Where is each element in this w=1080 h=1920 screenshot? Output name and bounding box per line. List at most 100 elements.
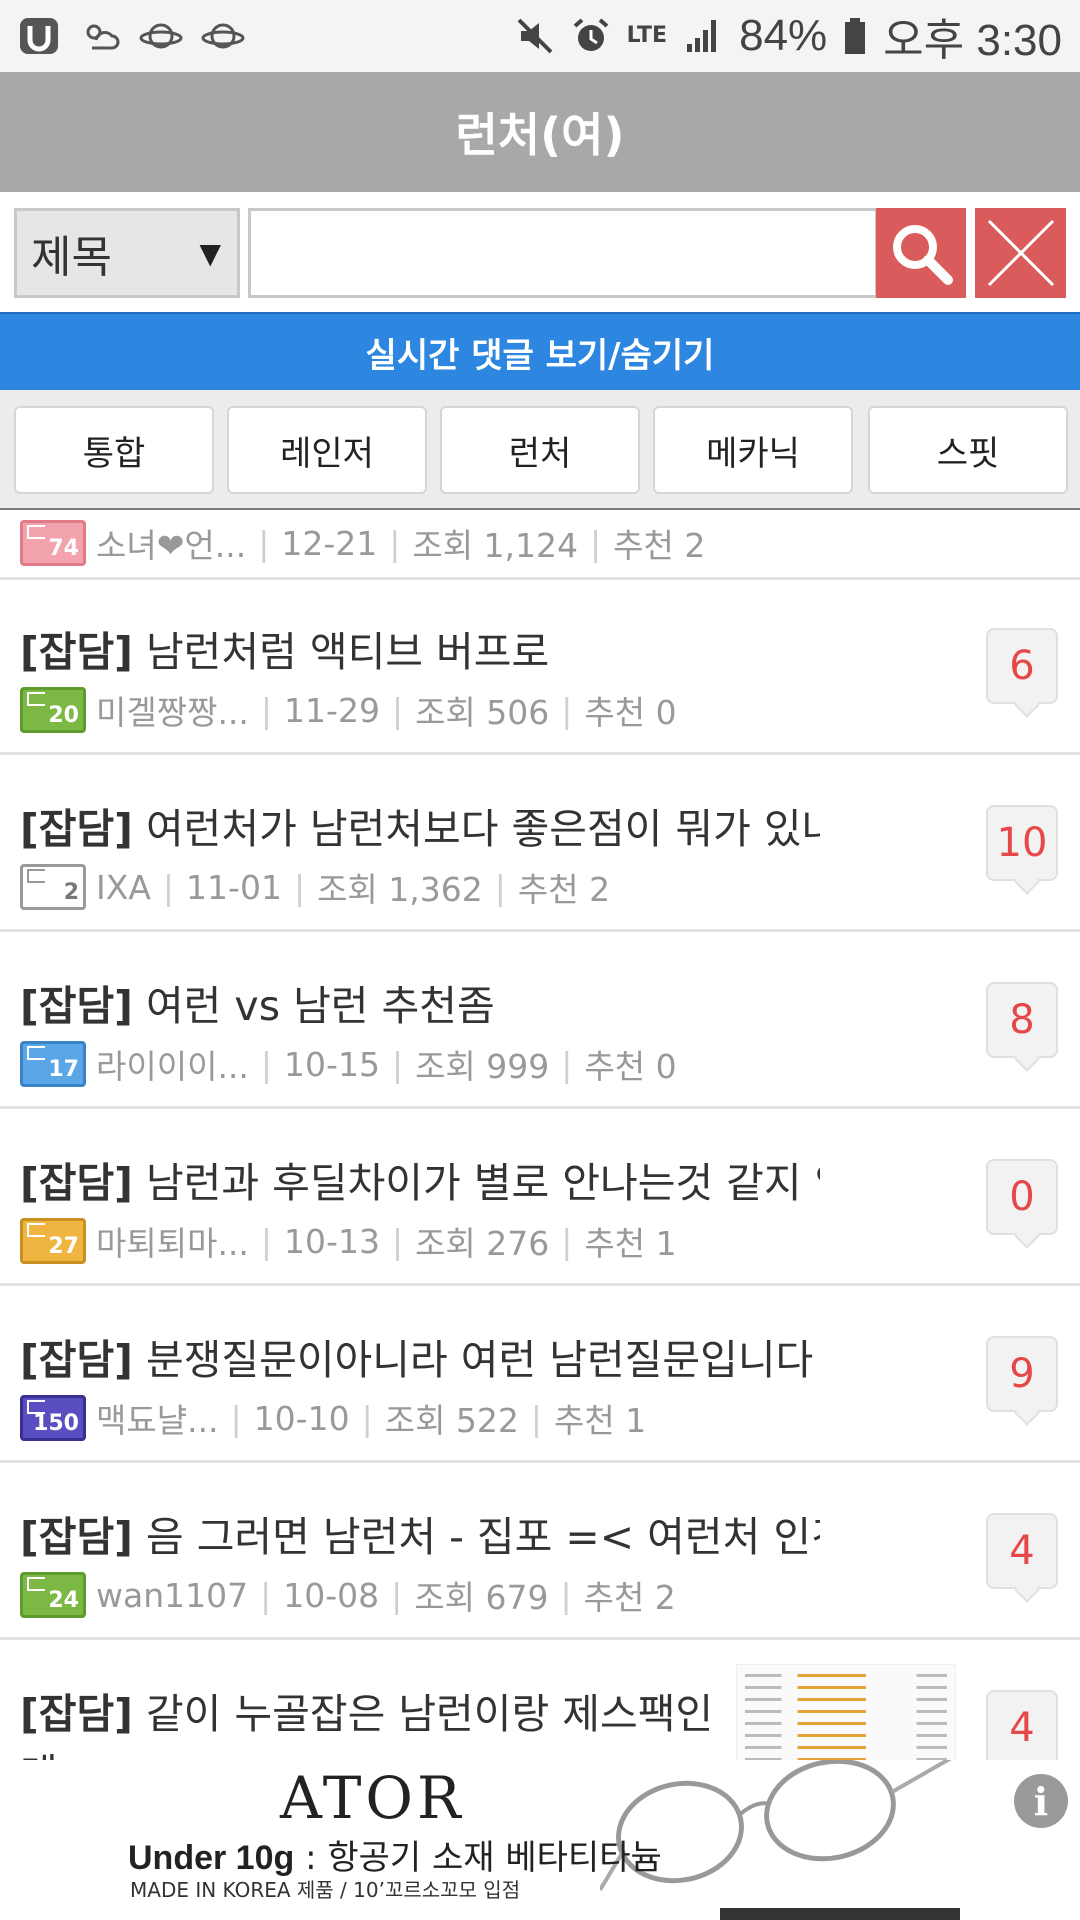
weather-icon: [78, 14, 122, 58]
search-field-select[interactable]: 제목 ▼: [14, 208, 240, 298]
list-item[interactable]: [잡담] 음 그러면 남런처 - 집포 =< 여런처 인건... 24 wan1…: [0, 1463, 1080, 1640]
post-author: 마퇴퇴마...: [96, 1224, 249, 1263]
ad-tagline: Under 10g : 항공기 소재 베타티타늄: [128, 1838, 662, 1878]
mute-icon: [515, 16, 555, 56]
comment-count-badge[interactable]: 10: [986, 805, 1058, 881]
post-list: 74 소녀❤언... | 12-21 | 조회 1,124 | 추천 2 [잡담] 남…: [0, 512, 1080, 1760]
comment-count-badge[interactable]: 9: [986, 1336, 1058, 1412]
post-likes: 추천 2: [517, 870, 611, 909]
post-date: 10-13: [284, 1221, 380, 1261]
list-item[interactable]: [잡담] 분쟁질문이아니라 여런 남런질문입니다 150 맥됴냘... | 10-…: [0, 1286, 1080, 1463]
ad-subline: MADE IN KOREA 제품 / 10’꼬르소꼬모 입점: [130, 1878, 521, 1902]
post-views: 조회 999: [415, 1047, 550, 1086]
tab-ranger[interactable]: 레인저: [227, 406, 427, 494]
level-badge: 74: [20, 520, 86, 566]
post-views: 조회 1,124: [412, 526, 579, 565]
comment-count-badge[interactable]: 8: [986, 982, 1058, 1058]
post-category: [잡담]: [20, 628, 133, 676]
realtime-comments-toggle[interactable]: 실시간 댓글 보기/숨기기: [0, 312, 1080, 390]
search-bar: 제목 ▼: [0, 192, 1080, 312]
post-author: 미겔짱짱...: [96, 693, 249, 732]
post-likes: 추천 2: [583, 1578, 676, 1617]
post-date: 10-08: [283, 1575, 380, 1615]
app-notification-icon: [18, 14, 62, 58]
alarm-icon: [571, 16, 611, 56]
list-item[interactable]: [잡담] 여런처가 남런처보다 좋은점이 뭐가 있나... 2 IXA | 11-…: [0, 755, 1080, 932]
post-title: [잡담] 음 그러면 남런처 - 집포 =< 여런처 인건...: [20, 1513, 820, 1561]
list-item[interactable]: [잡담] 남런처럼 액티브 버프로 20 미겔짱짱... | 11-29 | 조회 …: [0, 578, 1080, 755]
clock: 오후 3:30: [883, 16, 1062, 65]
comment-count-badge[interactable]: 4: [986, 1513, 1058, 1589]
level-badge: 20: [20, 687, 86, 733]
post-likes: 추천 2: [613, 526, 706, 565]
post-author: IXA: [96, 867, 151, 907]
post-category: [잡담]: [20, 805, 133, 853]
list-item[interactable]: 74 소녀❤언... | 12-21 | 조회 1,124 | 추천 2: [0, 512, 1080, 580]
post-meta: 2 IXA | 11-01 | 조회 1,362 | 추천 2: [20, 862, 610, 912]
post-likes: 추천 1: [584, 1224, 677, 1263]
level-badge: 24: [20, 1572, 86, 1618]
list-item[interactable]: [잡담] 같이 누골잡은 남런이랑 제스팩인 데 4: [0, 1640, 1080, 1760]
list-item[interactable]: [잡담] 여런 vs 남런 추천좀 17 라이이이... | 10-15 | 조회 …: [0, 932, 1080, 1109]
comment-count-badge[interactable]: 6: [986, 628, 1058, 704]
signal-icon: [683, 16, 723, 56]
post-views: 조회 1,362: [317, 870, 483, 909]
comment-count-badge[interactable]: 0: [986, 1159, 1058, 1235]
tab-launcher[interactable]: 런처: [440, 406, 640, 494]
post-likes: 추천 0: [584, 693, 677, 732]
tab-all[interactable]: 통합: [14, 406, 214, 494]
clear-search-button[interactable]: [975, 208, 1066, 298]
battery-percent: 84%: [739, 11, 828, 60]
page-title: 런처(여): [455, 108, 625, 162]
post-category: [잡담]: [20, 1159, 133, 1207]
list-item[interactable]: [잡담] 남런과 후딜차이가 별로 안나는것 같지 않... 27 마퇴퇴마..…: [0, 1109, 1080, 1286]
post-thumbnail: [736, 1664, 956, 1760]
planet-icon: [200, 14, 246, 58]
board-header: 런처(여): [0, 72, 1080, 192]
post-title: [잡담] 남런과 후딜차이가 별로 안나는것 같지 않...: [20, 1159, 820, 1207]
ad-banner[interactable]: ATOR Under 10g : 항공기 소재 베타티타늄 MADE IN KO…: [0, 1760, 1080, 1920]
post-author: 소녀❤언...: [96, 526, 247, 565]
level-badge: 150: [20, 1395, 86, 1441]
search-input[interactable]: [248, 208, 878, 298]
post-meta: 17 라이이이... | 10-15 | 조회 999 | 추천 0: [20, 1039, 677, 1089]
post-author: 맥됴냘...: [96, 1401, 219, 1440]
planet-icon: [138, 14, 184, 58]
post-title: [잡담] 남런처럼 액티브 버프로: [20, 628, 550, 676]
battery-icon: [843, 16, 867, 56]
post-category: [잡담]: [20, 1690, 133, 1738]
network-type: LTE: [626, 23, 668, 48]
post-date: 10-10: [253, 1398, 350, 1438]
post-title: [잡담] 여런처가 남런처보다 좋은점이 뭐가 있나...: [20, 805, 820, 853]
comment-count-badge[interactable]: 4: [986, 1690, 1058, 1760]
post-date: 12-21: [281, 523, 378, 563]
close-icon: [987, 219, 1054, 287]
ad-brand: ATOR: [280, 1764, 465, 1832]
post-views: 조회 276: [415, 1224, 550, 1263]
post-author: wan1107: [96, 1575, 249, 1615]
search-button[interactable]: [876, 208, 966, 298]
post-likes: 추천 0: [584, 1047, 677, 1086]
post-meta: 150 맥됴냘... | 10-10 | 조회 522 | 추천 1: [20, 1393, 646, 1443]
post-meta: 74 소녀❤언... | 12-21 | 조회 1,124 | 추천 2: [20, 518, 705, 568]
category-tabs: 통합 레인저 런처 메카닉 스핏: [0, 390, 1080, 510]
post-title: [잡담] 여런 vs 남런 추천좀: [20, 982, 495, 1030]
post-date: 11-01: [186, 867, 282, 907]
post-meta: 27 마퇴퇴마... | 10-13 | 조회 276 | 추천 1: [20, 1216, 677, 1266]
next-post-thumbnail-peek: [720, 1908, 960, 1920]
level-badge: 2: [20, 864, 86, 910]
post-date: 10-15: [284, 1044, 380, 1084]
post-title: [잡담] 분쟁질문이아니라 여런 남런질문입니다: [20, 1336, 814, 1384]
post-category: [잡담]: [20, 982, 133, 1030]
level-badge: 27: [20, 1218, 86, 1264]
post-meta: 24 wan1107 | 10-08 | 조회 679 | 추천 2: [20, 1570, 676, 1620]
post-meta: 20 미겔짱짱... | 11-29 | 조회 506 | 추천 0: [20, 685, 677, 735]
ad-info-icon[interactable]: i: [1014, 1774, 1068, 1828]
tab-spitfire[interactable]: 스핏: [868, 406, 1068, 494]
next-post-title-peek: [잡담] 집포, 각종 여러 스킬2.1리제어힘: [20, 1908, 694, 1920]
post-likes: 추천 1: [554, 1401, 647, 1440]
tab-mechanic[interactable]: 메카닉: [653, 406, 853, 494]
post-category: [잡담]: [20, 1513, 133, 1561]
post-title: [잡담] 같이 누골잡은 남런이랑 제스팩인: [20, 1690, 714, 1738]
search-field-value: 제목: [31, 232, 112, 283]
